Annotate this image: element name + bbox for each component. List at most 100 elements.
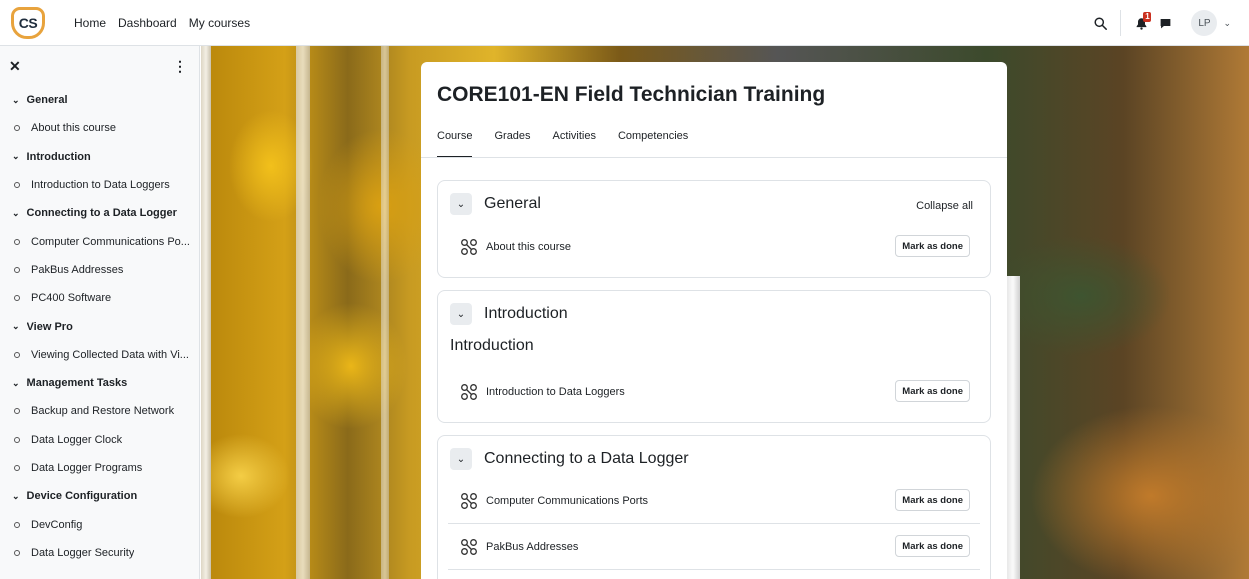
mark-as-done-button[interactable]: Mark as done xyxy=(895,380,970,402)
section-title: Connecting to a Data Logger xyxy=(484,450,689,467)
course-index-label: View Pro xyxy=(26,320,73,333)
course-index-label: Introduction to Data Loggers xyxy=(31,179,170,192)
section-introduction: ⌄ Introduction Introduction Introduction… xyxy=(437,290,991,423)
section-chevron-down-icon[interactable]: ⌄ xyxy=(450,193,472,215)
chevron-down-icon[interactable]: ⌄ xyxy=(12,95,20,106)
nav-my-courses-link[interactable]: My courses xyxy=(189,16,250,30)
nav-home-link[interactable]: Home xyxy=(74,16,106,30)
completion-circle-icon xyxy=(14,521,20,528)
user-menu-chevron-down-icon[interactable]: ⌄ xyxy=(1223,18,1231,29)
completion-circle-icon xyxy=(14,351,20,358)
completion-circle-icon xyxy=(14,549,20,556)
activity-module-icon xyxy=(461,384,477,400)
course-index-section[interactable]: ⌄ View Pro xyxy=(0,312,199,340)
course-index-activity[interactable]: PC400 Software xyxy=(0,284,199,312)
section-title: General xyxy=(484,195,541,212)
logo-text: CS xyxy=(18,14,38,31)
section-header: ⌄ Introduction xyxy=(450,303,568,325)
completion-circle-icon xyxy=(14,436,20,443)
activity-module-icon xyxy=(461,492,477,509)
activity-link[interactable]: PakBus Addresses xyxy=(486,541,578,553)
user-avatar[interactable]: LP xyxy=(1191,10,1218,36)
chevron-down-icon[interactable]: ⌄ xyxy=(12,491,20,502)
tab-course[interactable]: Course xyxy=(437,126,473,158)
course-index-label: Viewing Collected Data with Vi... xyxy=(31,348,189,361)
activity-link[interactable]: Computer Communications Ports xyxy=(486,495,648,507)
course-index-drawer: ✕ ⋮ ⌄ General About this course ⌄ Introducti… xyxy=(0,46,200,579)
section-chevron-down-icon[interactable]: ⌄ xyxy=(450,303,472,325)
kebab-menu-icon[interactable]: ⋮ xyxy=(173,58,187,75)
collapse-all-link[interactable]: Collapse all xyxy=(916,200,973,212)
course-index-label: DevConfig xyxy=(31,518,83,531)
chevron-down-icon[interactable]: ⌄ xyxy=(12,208,20,219)
section-connecting-to-a-data-logger: ⌄ Connecting to a Data Logger Computer C… xyxy=(437,435,991,579)
mark-as-done-button[interactable]: Mark as done xyxy=(895,489,970,511)
course-index-label: PC400 Software xyxy=(31,292,112,305)
chevron-down-icon[interactable]: ⌄ xyxy=(12,151,20,162)
completion-circle-icon xyxy=(14,266,20,273)
mark-as-done-button[interactable]: Mark as done xyxy=(895,235,970,257)
nav-dashboard-link[interactable]: Dashboard xyxy=(118,16,177,30)
messages-icon[interactable] xyxy=(1153,11,1177,35)
tab-grades[interactable]: Grades xyxy=(494,126,530,158)
navbar-separator xyxy=(1120,10,1122,36)
course-index-activity[interactable]: Backup and Restore Network xyxy=(0,397,199,425)
course-index-label: Device Configuration xyxy=(26,490,138,503)
course-index-label: Connecting to a Data Logger xyxy=(26,207,177,220)
course-index-label: Data Logger Programs xyxy=(31,462,143,474)
site-logo[interactable]: CS xyxy=(11,6,45,39)
section-chevron-down-icon[interactable]: ⌄ xyxy=(450,448,472,470)
course-index-activity[interactable]: Computer Communications Po... xyxy=(0,227,199,255)
activity-module-icon xyxy=(461,538,477,555)
activity-row: Introduction to Data Loggers Mark as don… xyxy=(448,369,980,415)
activity-link[interactable]: Introduction to Data Loggers xyxy=(486,386,625,398)
section-header: ⌄ Connecting to a Data Logger xyxy=(450,448,689,470)
course-index-activity[interactable]: Introduction to Data Loggers xyxy=(0,171,199,199)
search-icon[interactable] xyxy=(1088,11,1112,35)
course-index-label: PakBus Addresses xyxy=(31,263,124,276)
course-index-activity[interactable]: Data Logger Programs xyxy=(0,454,199,482)
close-drawer-icon[interactable]: ✕ xyxy=(9,58,21,75)
top-navbar: CS Home Dashboard My courses 1 LP ⌄ xyxy=(0,0,1249,46)
course-index-activity[interactable]: Viewing Collected Data with Vi... xyxy=(0,341,199,369)
completion-circle-icon xyxy=(14,125,20,132)
tab-competencies[interactable]: Competencies xyxy=(618,126,688,158)
primary-nav: Home Dashboard My courses xyxy=(74,16,250,30)
activity-link[interactable]: About this course xyxy=(486,241,571,253)
activity-module-icon xyxy=(461,239,477,255)
notification-bell-icon[interactable]: 1 xyxy=(1129,11,1153,35)
course-index-label: Computer Communications Po... xyxy=(31,235,190,248)
course-index-label: Data Logger Security xyxy=(31,546,135,559)
course-index-label: Data Logger Clock xyxy=(31,433,123,446)
chevron-down-icon[interactable]: ⌄ xyxy=(12,378,20,389)
tabs-divider xyxy=(421,157,1007,158)
course-tabs: Course Grades Activities Competencies xyxy=(437,126,1007,158)
course-index-activity[interactable]: Data Logger Clock xyxy=(0,426,199,454)
course-index-section[interactable]: ⌄ Device Configuration xyxy=(0,482,199,510)
course-index-activity[interactable]: DevConfig xyxy=(0,510,199,538)
course-index-activity[interactable]: Data Logger Security xyxy=(0,539,199,567)
completion-circle-icon xyxy=(14,408,20,415)
course-index-activity[interactable]: About this course xyxy=(0,114,199,142)
tab-activities[interactable]: Activities xyxy=(553,126,596,158)
completion-circle-icon xyxy=(14,465,20,471)
course-index-label: Backup and Restore Network xyxy=(31,405,175,418)
section-general: ⌄ General Collapse all About this course… xyxy=(437,180,991,278)
drawer-header: ✕ ⋮ xyxy=(0,46,199,86)
course-index-list: ⌄ General About this course ⌄ Introduction In… xyxy=(0,86,199,567)
course-index-section[interactable]: ⌄ Introduction xyxy=(0,143,199,171)
course-index-label: Management Tasks xyxy=(26,377,128,390)
page-title: CORE101-EN Field Technician Training xyxy=(437,83,826,106)
course-content-card: CORE101-EN Field Technician Training Cou… xyxy=(421,62,1007,579)
mark-as-done-button[interactable]: Mark as done xyxy=(895,535,970,557)
chevron-down-icon[interactable]: ⌄ xyxy=(12,321,20,332)
section-header: ⌄ General xyxy=(450,193,541,215)
course-index-section[interactable]: ⌄ Connecting to a Data Logger xyxy=(0,199,199,227)
section-summary-heading: Introduction xyxy=(450,337,534,354)
course-index-activity[interactable]: PakBus Addresses xyxy=(0,256,199,284)
course-index-section[interactable]: ⌄ Management Tasks xyxy=(0,369,199,397)
activity-row: Computer Communications Ports Mark as do… xyxy=(448,478,980,524)
course-index-section[interactable]: ⌄ General xyxy=(0,86,199,114)
activity-row: About this course Mark as done xyxy=(448,224,980,270)
completion-circle-icon xyxy=(14,295,20,302)
